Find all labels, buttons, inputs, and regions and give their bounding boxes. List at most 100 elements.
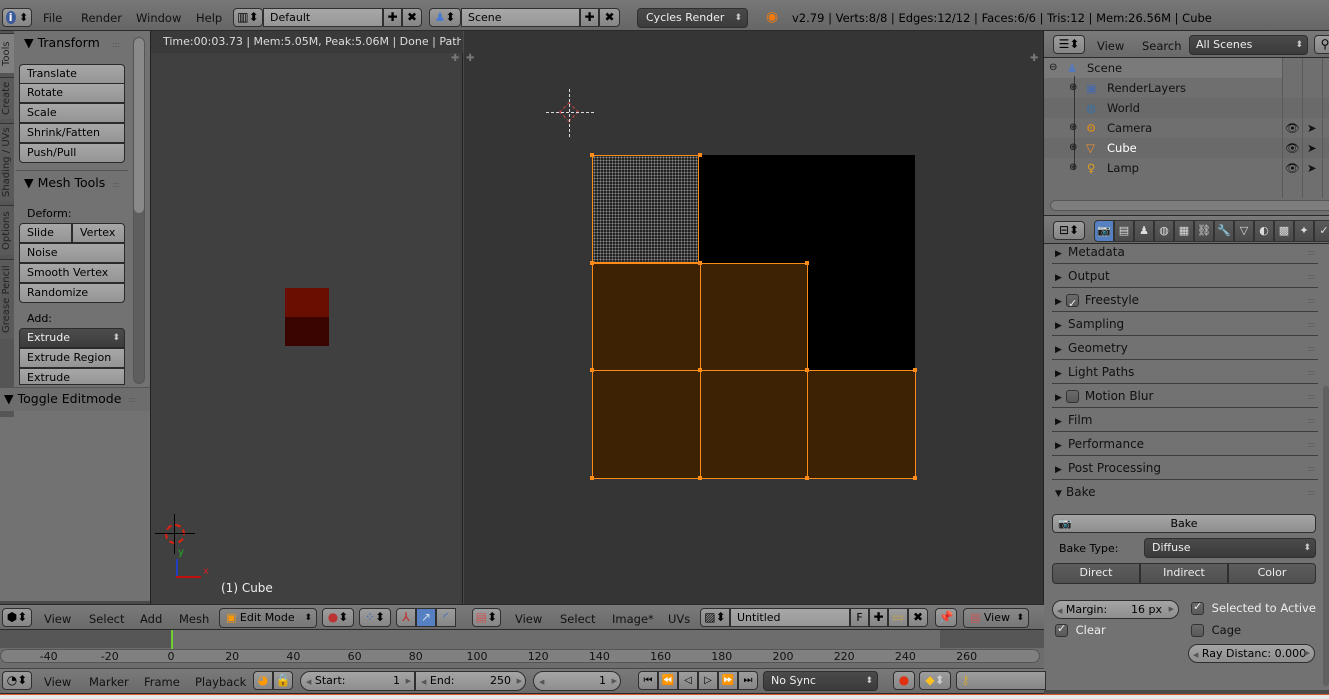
drag-grip-icon[interactable]: :::: [1307,481,1315,504]
scene-icon-button[interactable]: ♟⬍ [429,8,461,27]
3d-viewport[interactable]: Time:00:03.73 | Mem:5.05M, Peak:5.06M | … [150,31,463,604]
menu-select[interactable]: Select [89,610,124,628]
current-frame-field[interactable]: ◀ 1 ▶ [533,671,621,691]
end-frame-field[interactable]: ◀ End: 250 ▶ [415,671,526,691]
drag-grip-icon[interactable]: :::: [1307,265,1315,288]
uv-vertex[interactable] [697,153,702,157]
screen-layout-field[interactable]: Default [263,8,383,27]
tab-scene[interactable]: ♟ [1134,220,1154,242]
unlink-image-button[interactable]: ✖ [908,608,928,627]
tab-render[interactable]: 📷 [1094,220,1114,242]
view-mode-dropdown[interactable]: ▤ View ⬍ [963,608,1029,628]
start-frame-field[interactable]: ◀ Start: 1 ▶ [300,671,415,691]
tab-world[interactable]: ◍ [1154,220,1174,242]
delete-screen-button[interactable]: ✖ [402,8,422,27]
editor-type-3dview-button[interactable]: ⬢⬍ [2,608,32,627]
outliner-item-renderlayers[interactable]: RenderLayers [1107,78,1186,98]
delete-scene-button[interactable]: ✖ [599,8,620,27]
drag-grip-icon[interactable]: :::: [1307,385,1315,408]
menu-help[interactable]: Help [196,9,222,27]
panel-header-freestyle[interactable]: ▶ Freestyle:::: [1052,289,1318,315]
uv-face[interactable] [592,262,701,371]
outliner-item-world[interactable]: World [1107,98,1140,118]
extrude-individual-button[interactable]: Extrude Individual [19,368,125,402]
menu-view[interactable]: View [1097,37,1124,55]
smooth-vertex-button[interactable]: Smooth Vertex [19,263,125,283]
panel-header-sampling[interactable]: ▶ Sampling:::: [1052,313,1318,336]
panel-header-film[interactable]: ▶ Film:::: [1052,409,1318,432]
jump-to-keyframe-prev-button[interactable]: ⏪ [658,671,678,690]
menu-view[interactable]: View [44,610,71,628]
expand-toggle-icon[interactable]: ⊕ [1069,158,1077,178]
tab-tools[interactable]: Tools [0,33,14,73]
menu-file[interactable]: File [43,9,62,27]
viewport-shading-dropdown[interactable]: ●⬍ [322,608,354,627]
drag-grip-icon[interactable]: :::: [1307,289,1315,312]
play-button[interactable]: ▷ [698,671,718,690]
uv-image-editor[interactable]: ✚ ✚ [464,31,1044,604]
image-name-field[interactable]: Untitled [730,608,850,627]
drag-grip-icon[interactable]: :::: [1307,361,1315,384]
search-button[interactable]: ⚲ [1314,35,1329,54]
menu-frame[interactable]: Frame [144,673,180,691]
uv-face[interactable] [592,370,701,479]
menu-marker[interactable]: Marker [89,673,129,691]
extrude-region-button[interactable]: Extrude Region [19,348,125,368]
editor-type-image-button[interactable]: ▤⬍ [472,608,501,627]
tab-material[interactable]: ◐ [1254,220,1274,242]
visibility-eye-icon[interactable]: 👁 [1285,158,1300,178]
add-region-plus-icon[interactable]: ✚ [466,53,474,64]
outliner-item-scene[interactable]: Scene [1087,58,1122,78]
render-engine-dropdown[interactable]: Cycles Render ⬍ [637,8,748,28]
fake-user-button[interactable]: F [850,608,869,627]
translate-manipulator-toggle[interactable]: ↗ [416,608,436,627]
sync-mode-dropdown[interactable]: No Sync ⬍ [763,671,878,691]
tab-grease-pencil[interactable]: Grease Pencil [0,259,14,339]
jump-to-end-button[interactable]: ⏭ [738,671,758,690]
push-pull-button[interactable]: Push/Pull [19,143,125,163]
jump-to-start-button[interactable]: ⏮ [638,671,658,690]
add-region-plus-icon[interactable]: ✚ [451,53,459,64]
menu-view[interactable]: View [515,610,542,628]
editor-type-properties-button[interactable]: ⊟⬍ [1053,221,1085,240]
panel-header-light-paths[interactable]: ▶ Light Paths:::: [1052,361,1318,384]
translate-button[interactable]: Translate [19,64,125,84]
outliner-item-cube[interactable]: Cube [1107,138,1137,158]
menu-view[interactable]: View [44,673,71,691]
open-image-button[interactable]: ▭ [888,608,908,627]
drag-grip-icon[interactable]: :::: [1307,337,1315,360]
auto-keying-toggle[interactable]: ● [893,671,915,690]
collapse-toggle-icon[interactable]: ⊖ [1049,58,1057,78]
checkbox-checked[interactable] [1066,292,1079,315]
tab-constraints[interactable]: ⛓ [1194,220,1214,242]
tab-shading-uvs[interactable]: Shading / UVs [0,123,14,201]
manipulator-toggle[interactable]: ⅄ [396,608,416,627]
3d-cursor[interactable] [155,514,195,554]
expand-toggle-icon[interactable]: ⊕ [1069,78,1077,98]
uv-vertex[interactable] [590,153,594,157]
add-scene-button[interactable]: ✚ [580,8,599,27]
checkbox-unchecked[interactable] [1066,390,1079,403]
selectability-cursor-icon[interactable]: ➤ [1307,118,1317,138]
lock-range-toggle[interactable]: 🔒 [273,671,293,690]
menu-select[interactable]: Select [560,610,595,628]
shrink-fatten-button[interactable]: Shrink/Fatten [19,123,125,143]
editor-type-outliner-button[interactable]: ☰⬍ [1053,35,1085,54]
uv-face[interactable] [699,262,808,371]
margin-field[interactable]: ◀ Margin: 16 px ▶ [1052,600,1179,619]
cage-checkbox[interactable]: Cage [1191,623,1241,637]
influence-indirect-toggle[interactable]: Indirect [1140,563,1228,584]
2d-cursor[interactable] [546,89,594,137]
pin-image-button[interactable]: 📌 [935,608,957,627]
panel-header-motion-blur[interactable]: ▶ Motion Blur:::: [1052,385,1318,408]
outliner-item-lamp[interactable]: Lamp [1107,158,1139,178]
clear-checkbox[interactable]: Clear [1055,622,1106,637]
tab-object[interactable]: ▦ [1174,220,1194,242]
image-browse-button[interactable]: ▨⬍ [700,608,730,627]
drag-grip-icon[interactable]: :::: [112,180,120,189]
tab-texture[interactable]: ▩ [1274,220,1294,242]
bake-panel-header[interactable]: ▼ Bake :::: [1052,481,1318,504]
bake-button[interactable]: 📷 Bake [1052,514,1316,533]
slide-vertex-button[interactable]: Vertex [72,223,125,243]
tab-render-layers[interactable]: ▤ [1114,220,1134,242]
